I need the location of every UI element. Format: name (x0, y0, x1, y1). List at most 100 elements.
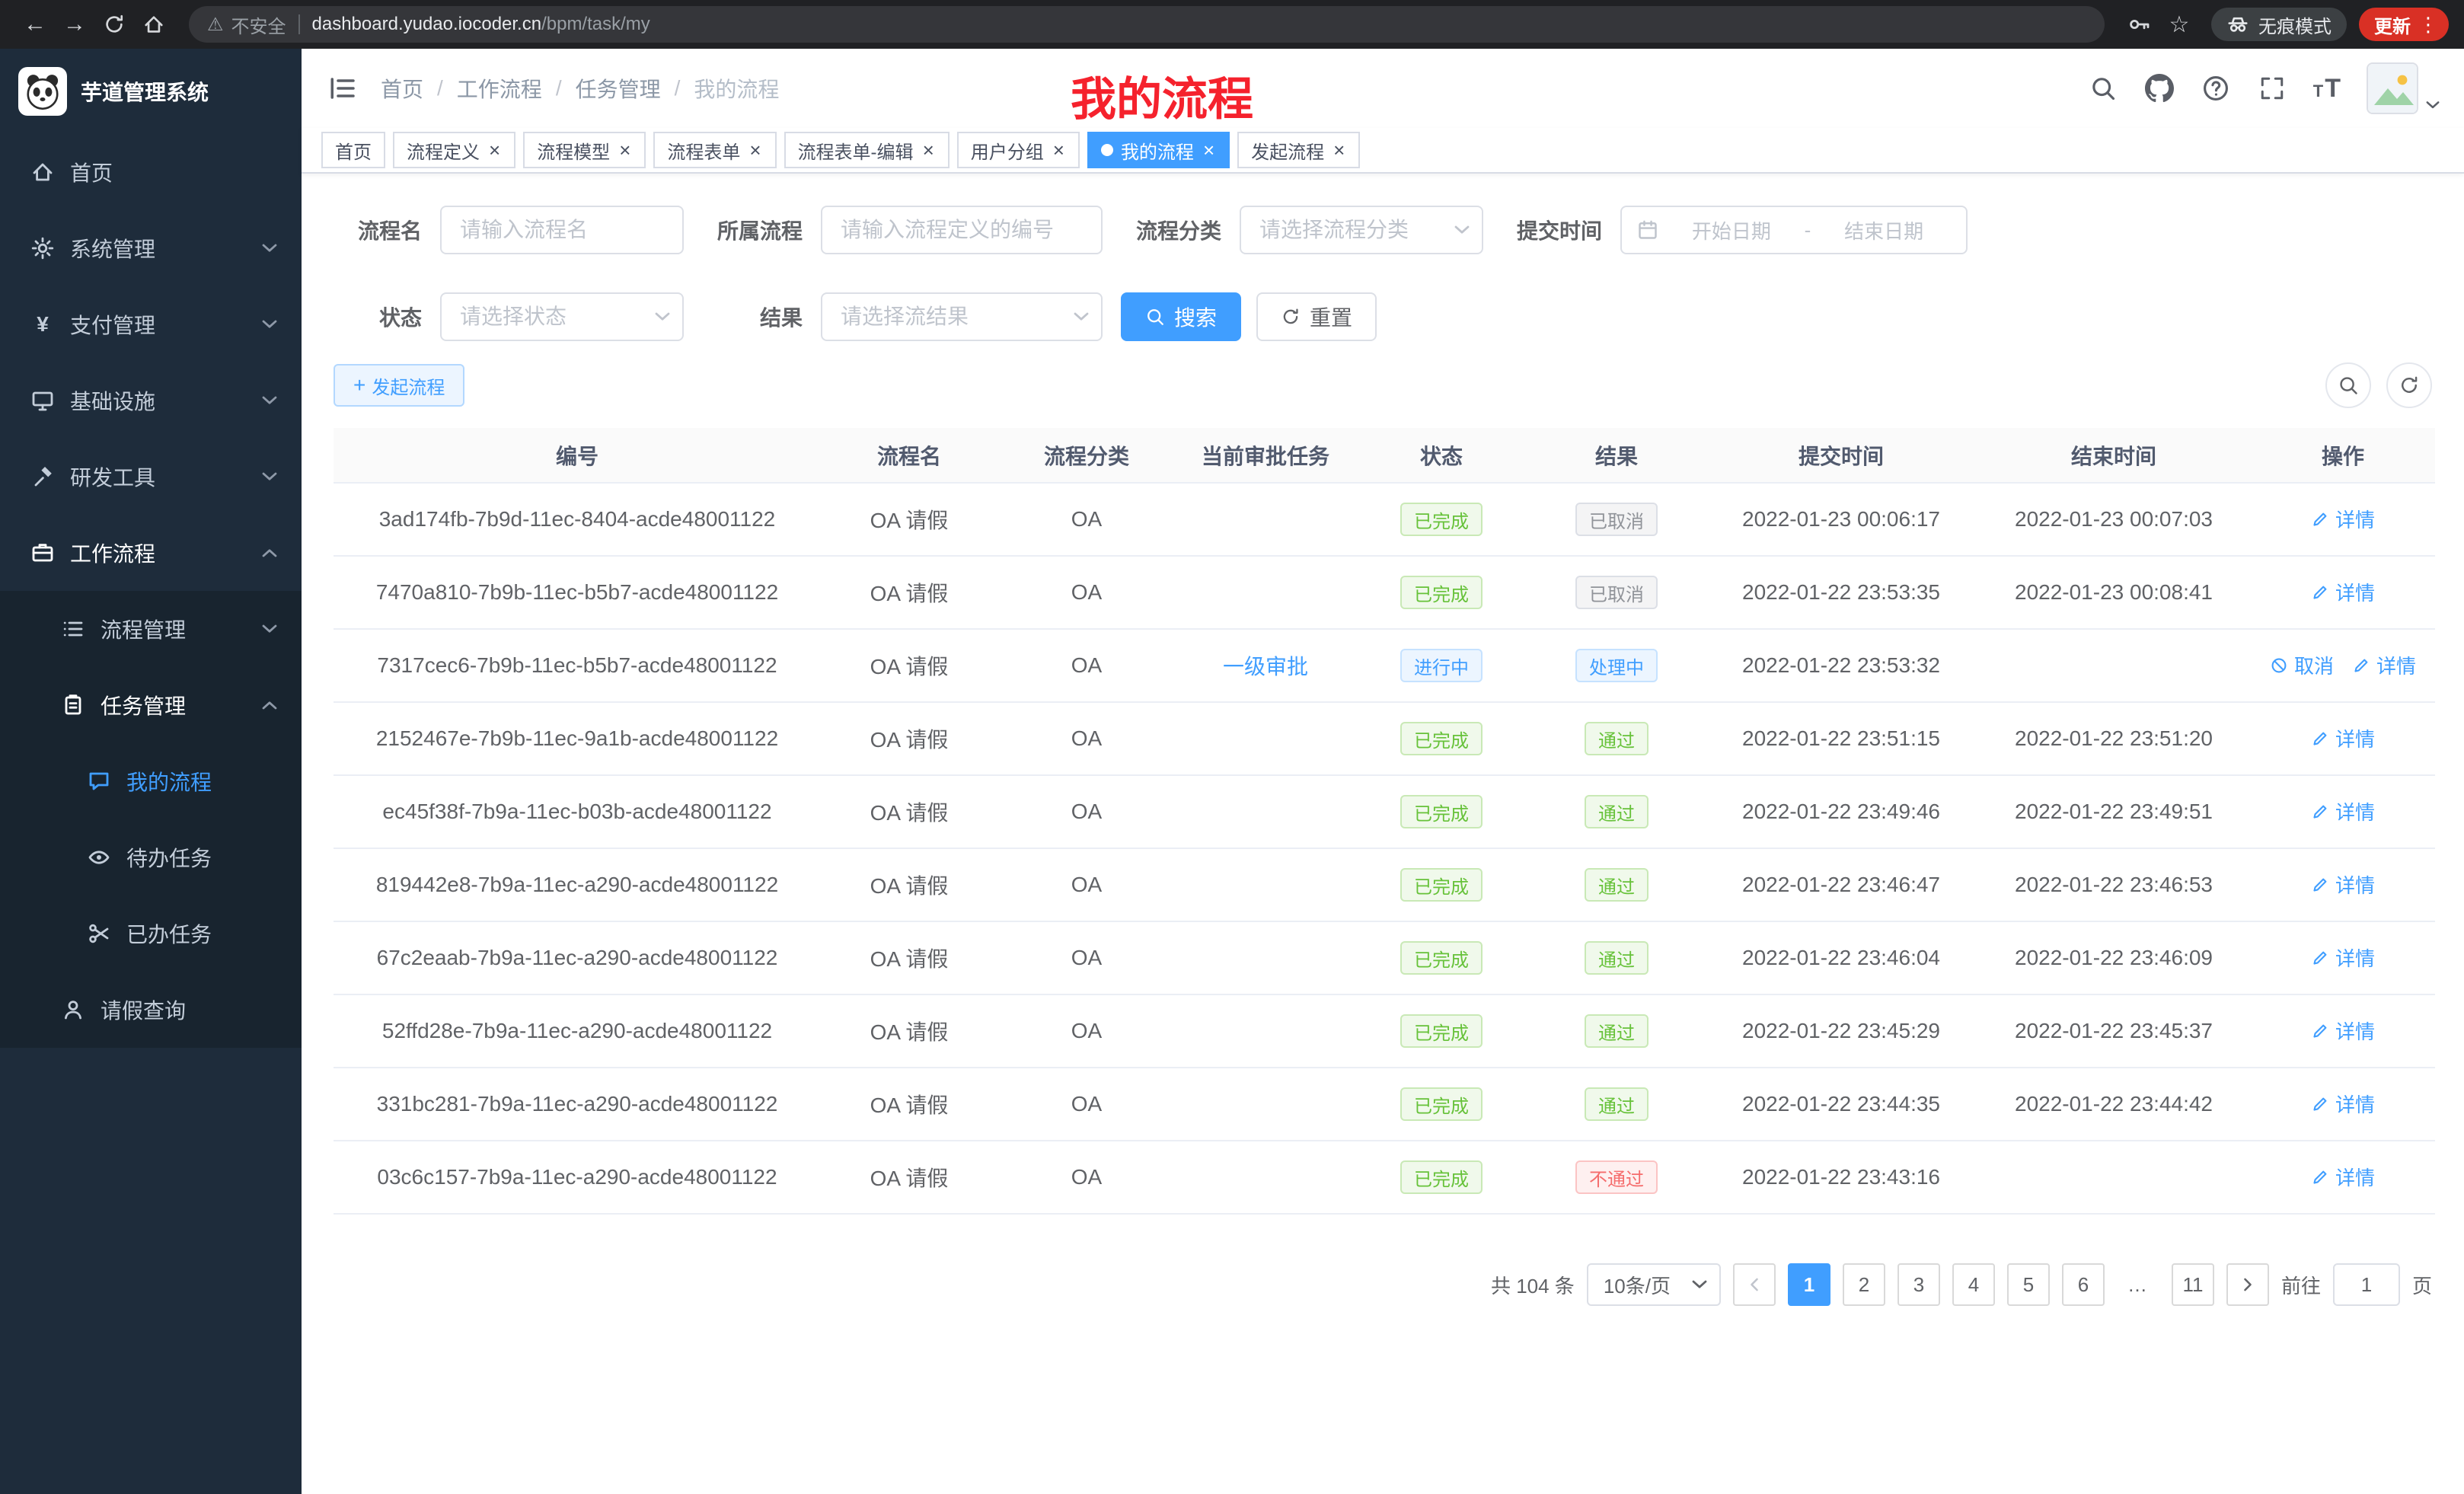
cancel-link[interactable]: 取消 (2270, 651, 2334, 679)
search-button[interactable]: 搜索 (1121, 292, 1241, 341)
sidebar-item-todo-tasks[interactable]: 待办任务 (0, 819, 302, 895)
detail-link[interactable]: 详情 (2311, 505, 2375, 533)
status-select-input[interactable] (440, 292, 684, 341)
detail-link[interactable]: 详情 (2311, 797, 2375, 825)
sidebar-item-done-tasks[interactable]: 已办任务 (0, 895, 302, 972)
tab-close-icon[interactable]: × (487, 140, 502, 160)
tab-my-process[interactable]: 我的流程× (1087, 132, 1230, 168)
sidebar-item-label: 流程管理 (101, 614, 186, 644)
tab-home[interactable]: 首页 (321, 132, 385, 168)
help-icon[interactable] (2201, 73, 2231, 104)
address-bar[interactable]: ⚠ 不安全 dashboard.yudao.iocoder.cn/bpm/tas… (189, 6, 2105, 43)
tab-process-model[interactable]: 流程模型× (523, 132, 646, 168)
tab-process-form-edit[interactable]: 流程表单-编辑× (784, 132, 950, 168)
cell-submit-time: 2022-01-22 23:45:29 (1706, 994, 1977, 1068)
sidebar-item-leave-query[interactable]: 请假查询 (0, 972, 302, 1048)
tab-close-icon[interactable]: × (1202, 140, 1216, 160)
page-size-select[interactable]: 10条/页 (1587, 1263, 1721, 1306)
category-select-input[interactable] (1240, 206, 1483, 254)
column-header: 提交时间 (1706, 428, 1977, 483)
browser-back-button[interactable]: ← (15, 5, 55, 44)
tab-close-icon[interactable]: × (748, 140, 762, 160)
tab-process-definition[interactable]: 流程定义× (393, 132, 515, 168)
date-end-placeholder[interactable]: 结束日期 (1817, 216, 1951, 244)
detail-link[interactable]: 详情 (2311, 1090, 2375, 1118)
browser-forward-button[interactable]: → (55, 5, 94, 44)
detail-link[interactable]: 详情 (2352, 651, 2416, 679)
tab-close-icon[interactable]: × (1332, 140, 1346, 160)
github-icon[interactable] (2144, 73, 2175, 104)
tab-close-icon[interactable]: × (1052, 140, 1066, 160)
search-icon[interactable] (2088, 73, 2118, 104)
browser-reload-button[interactable] (94, 5, 134, 44)
font-size-icon[interactable]: TT (2313, 74, 2341, 104)
breadcrumb-item[interactable]: 首页 (381, 73, 423, 104)
refresh-table-button[interactable] (2386, 362, 2432, 408)
avatar[interactable] (2367, 62, 2418, 114)
sidebar-item-home[interactable]: 首页 (0, 134, 302, 210)
result-select-input[interactable] (821, 292, 1103, 341)
detail-link[interactable]: 详情 (2311, 578, 2375, 606)
page-button[interactable]: 3 (1897, 1263, 1940, 1306)
detail-link[interactable]: 详情 (2311, 870, 2375, 899)
detail-link[interactable]: 详情 (2311, 1017, 2375, 1045)
sidebar-collapse-icon[interactable] (326, 72, 359, 105)
submit-time-label: 提交时间 (1483, 215, 1620, 245)
result-tag: 通过 (1585, 722, 1649, 755)
cell-end-time: 2022-01-22 23:46:53 (1977, 848, 2251, 921)
category-select[interactable] (1240, 206, 1483, 254)
tab-process-form[interactable]: 流程表单× (653, 132, 776, 168)
process-name-input[interactable] (440, 206, 684, 254)
sidebar-item-process-management[interactable]: 流程管理 (0, 591, 302, 667)
tab-user-group[interactable]: 用户分组× (957, 132, 1080, 168)
page-button[interactable]: 4 (1952, 1263, 1995, 1306)
app-logo[interactable]: 芋道管理系统 (0, 49, 302, 134)
detail-link[interactable]: 详情 (2311, 1163, 2375, 1191)
breadcrumb-item[interactable]: 工作流程 (457, 73, 542, 104)
current-task-link[interactable]: 一级审批 (1223, 650, 1308, 681)
goto-page-input[interactable] (2333, 1263, 2400, 1306)
password-key-icon[interactable] (2120, 5, 2159, 44)
tab-close-icon[interactable]: × (921, 140, 936, 160)
prev-page-button[interactable] (1733, 1263, 1776, 1306)
parent-process-input[interactable] (821, 206, 1103, 254)
sidebar-item-devtools[interactable]: 研发工具 (0, 439, 302, 515)
browser-home-button[interactable] (134, 5, 174, 44)
page-button[interactable]: 6 (2062, 1263, 2105, 1306)
cell-end-time: 2022-01-22 23:45:37 (1977, 994, 2251, 1068)
page-button-last[interactable]: 11 (2172, 1263, 2214, 1306)
bookmark-star-icon[interactable]: ☆ (2159, 5, 2199, 44)
sidebar-item-system[interactable]: 系统管理 (0, 210, 302, 286)
sidebar-item-task-management[interactable]: 任务管理 (0, 667, 302, 743)
toggle-search-button[interactable] (2325, 362, 2371, 408)
pagination-ellipsis[interactable]: … (2117, 1263, 2159, 1306)
fullscreen-icon[interactable] (2257, 73, 2287, 104)
sidebar-item-workflow[interactable]: 工作流程 (0, 515, 302, 591)
result-select[interactable] (821, 292, 1103, 341)
user-menu[interactable] (2367, 62, 2440, 114)
sidebar-item-my-process[interactable]: 我的流程 (0, 743, 302, 819)
status-select[interactable] (440, 292, 684, 341)
table-toolbar: + 发起流程 (302, 362, 2464, 408)
category-label: 流程分类 (1103, 215, 1240, 245)
detail-link[interactable]: 详情 (2311, 943, 2375, 972)
page-button[interactable]: 1 (1788, 1263, 1830, 1306)
breadcrumb-item[interactable]: 任务管理 (576, 73, 661, 104)
update-button[interactable]: 更新 ⋮ (2359, 8, 2449, 41)
create-process-button[interactable]: + 发起流程 (334, 364, 464, 407)
reset-button[interactable]: 重置 (1256, 292, 1377, 341)
date-start-placeholder[interactable]: 开始日期 (1664, 216, 1799, 244)
menu-kebab-icon[interactable]: ⋮ (2415, 13, 2441, 37)
page-button[interactable]: 2 (1843, 1263, 1885, 1306)
submit-time-range-picker[interactable]: 开始日期 - 结束日期 (1620, 206, 1968, 254)
sidebar-item-payment[interactable]: ¥ 支付管理 (0, 286, 302, 362)
next-page-button[interactable] (2226, 1263, 2269, 1306)
sidebar-item-infra[interactable]: 基础设施 (0, 362, 302, 439)
tab-initiate-process[interactable]: 发起流程× (1237, 132, 1360, 168)
security-label[interactable]: 不安全 (231, 11, 286, 38)
pencil-icon (2311, 803, 2329, 821)
detail-link[interactable]: 详情 (2311, 724, 2375, 752)
tab-close-icon[interactable]: × (618, 140, 632, 160)
parent-process-label: 所属流程 (684, 215, 821, 245)
page-button[interactable]: 5 (2007, 1263, 2050, 1306)
